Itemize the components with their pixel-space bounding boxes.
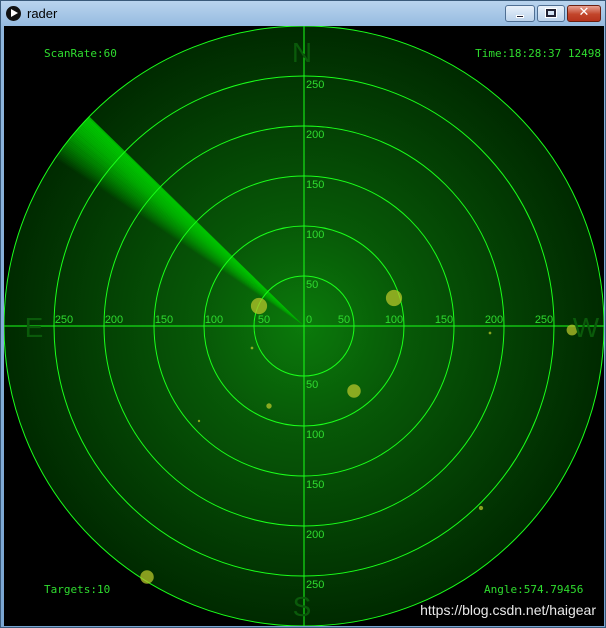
radar-target [140,570,154,584]
minimize-icon [516,15,524,18]
range-label-west-250: 250 [535,314,553,326]
compass-east: E [25,312,44,343]
range-label-west-150: 150 [435,314,453,326]
radar-target [250,297,268,315]
radar-target [250,346,254,350]
range-label-west-200: 200 [485,314,503,326]
range-label-east-150: 150 [155,314,173,326]
range-label-south-50: 50 [306,379,318,391]
range-label-east-100: 100 [205,314,223,326]
time-label: Time:18:28:37 12498 [475,47,601,60]
angle-label: Angle:574.79456 [484,583,583,596]
radar-display: 50 50 50 50 100 100 100 100 150 150 150 150 200 200 20… [4,26,604,626]
range-label-east-50: 50 [258,314,270,326]
range-label-center: 0 [306,314,312,326]
radar-target [385,289,403,307]
radar-target [347,384,361,398]
compass-west: W [573,312,600,343]
scan-rate-label: ScanRate:60 [44,47,117,60]
range-label-east-200: 200 [105,314,123,326]
radar-target [197,419,201,423]
compass-north: N [292,37,312,68]
range-label-south-100: 100 [306,429,324,441]
play-circle-icon[interactable] [6,6,21,21]
targets-count-label: Targets:10 [44,583,110,596]
watermark-text: https://blog.csdn.net/haigear [420,602,596,618]
window-title: rader [27,6,58,21]
radar-target [488,331,492,335]
maximize-button[interactable] [537,5,565,22]
range-label-east-250: 250 [55,314,73,326]
radar-canvas: 50 50 50 50 100 100 100 100 150 150 150 150 200 200 20… [4,26,604,626]
close-button[interactable]: ✕ [567,5,601,22]
range-label-north-250: 250 [306,79,324,91]
radar-target [478,505,484,511]
minimize-button[interactable] [505,5,535,22]
radar-target [266,403,272,409]
compass-south: S [293,591,312,622]
app-window: rader ✕ 50 50 50 50 100 100 100 100 150 1 [0,0,606,628]
range-label-south-200: 200 [306,529,324,541]
close-icon: ✕ [578,5,590,20]
range-label-north-200: 200 [306,129,324,141]
range-label-north-50: 50 [306,279,318,291]
range-label-north-100: 100 [306,229,324,241]
title-bar[interactable]: rader ✕ [1,1,605,26]
range-label-west-50: 50 [338,314,350,326]
range-label-west-100: 100 [385,314,403,326]
range-label-south-150: 150 [306,479,324,491]
range-label-north-150: 150 [306,179,324,191]
range-label-south-250: 250 [306,579,324,591]
maximize-icon [546,9,556,17]
